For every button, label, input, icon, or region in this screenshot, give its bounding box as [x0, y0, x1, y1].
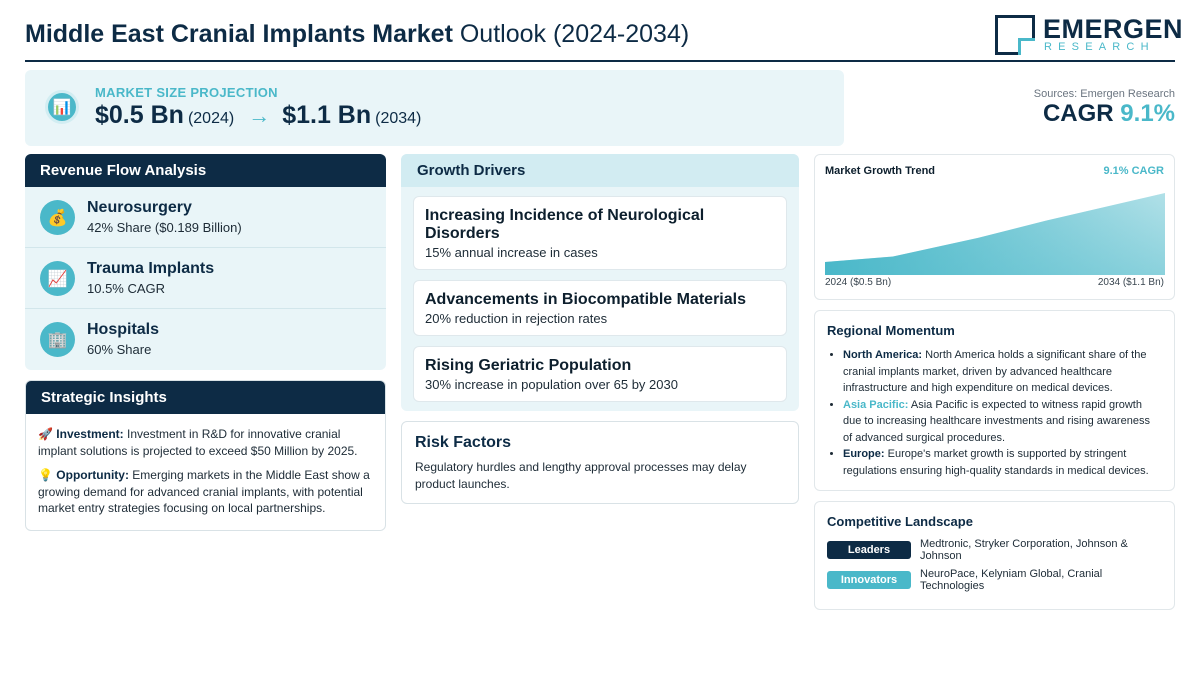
- strategic-insights-title: Strategic Insights: [26, 381, 385, 414]
- driver-sub: 30% increase in population over 65 by 20…: [425, 377, 678, 392]
- competitive-landscape-panel: Competitive Landscape Leaders Medtronic,…: [814, 501, 1175, 610]
- leaders-badge: Leaders: [827, 541, 911, 559]
- region-item: Europe: Europe's market growth is suppor…: [843, 446, 1162, 479]
- revenue-item: 💰 Neurosurgery 42% Share ($0.189 Billion…: [25, 187, 386, 248]
- growth-area-chart: [825, 193, 1165, 275]
- cagr-headline: CAGR 9.1%: [1043, 100, 1175, 128]
- cagr-value: 9.1%: [1120, 100, 1175, 127]
- revenue-flow-panel: Revenue Flow Analysis 💰 Neurosurgery 42%…: [25, 154, 386, 370]
- insight-investment: 🚀 Investment: Investment in R&D for inno…: [38, 426, 373, 459]
- risk-factors-title: Risk Factors: [415, 434, 512, 451]
- page-title-bold: Middle East Cranial Implants Market: [25, 20, 453, 48]
- logo-subtitle: RESEARCH: [1044, 41, 1155, 53]
- driver-title: Increasing Incidence of Neurological Dis…: [425, 207, 705, 242]
- driver-card: Advancements in Biocompatible Materials …: [413, 280, 787, 336]
- strategic-insights-panel: Strategic Insights 🚀 Investment: Investm…: [25, 380, 386, 531]
- market-size-projection: 📊 MARKET SIZE PROJECTION $0.5 Bn (2024) → $…: [25, 70, 844, 146]
- growth-drivers-title: Growth Drivers: [401, 154, 799, 187]
- light-bulb-icon: 💡: [38, 468, 53, 482]
- region-text: Europe's market growth is supported by s…: [843, 448, 1149, 477]
- revenue-item-sub: 60% Share: [87, 342, 152, 357]
- region-label: Asia Pacific:: [843, 398, 909, 411]
- money-bag-icon: 💰: [40, 200, 75, 235]
- innovators-text: NeuroPace, Kelyniam Global, Cranial Tech…: [920, 568, 1103, 592]
- logo-mark-icon: [995, 15, 1035, 55]
- chart-increasing-icon: 📈: [40, 261, 75, 296]
- region-list: North America: North America holds a sig…: [827, 347, 1162, 479]
- projection-values: $0.5 Bn (2024) → $1.1 Bn (2034): [95, 101, 421, 130]
- chart-annotation: 9.1% CAGR: [1103, 165, 1164, 177]
- driver-card: Increasing Incidence of Neurological Dis…: [413, 196, 787, 270]
- rocket-icon: 🚀: [38, 427, 53, 441]
- driver-title: Advancements in Biocompatible Materials: [425, 291, 746, 308]
- cagr-label: CAGR: [1042, 100, 1114, 127]
- emergen-logo: EMERGEN RESEARCH: [995, 14, 1183, 56]
- chart-start-label: 2024 ($0.5 Bn): [825, 277, 892, 288]
- innovators-badge: Innovators: [827, 571, 911, 589]
- logo-name: EMERGEN: [1043, 14, 1184, 44]
- revenue-item-title: Neurosurgery: [87, 199, 192, 216]
- arrow-right-icon: →: [248, 103, 271, 128]
- driver-sub: 15% annual increase in cases: [425, 245, 598, 260]
- revenue-item: 📈 Trauma Implants 10.5% CAGR: [25, 248, 386, 309]
- hospital-icon: 🏢: [40, 322, 75, 357]
- competitive-landscape-title: Competitive Landscape: [827, 514, 973, 529]
- insight-opportunity: 💡 Opportunity: Emerging markets in the M…: [38, 467, 373, 517]
- driver-card: Rising Geriatric Population 30% increase…: [413, 346, 787, 402]
- chart-end-label: 2034 ($1.1 Bn): [1097, 277, 1164, 288]
- revenue-item-sub: 10.5% CAGR: [87, 281, 166, 296]
- start-year: (2024): [187, 110, 235, 127]
- regional-momentum-panel: Regional Momentum North America: North A…: [814, 310, 1175, 491]
- revenue-item-sub: 42% Share ($0.189 Billion): [87, 220, 242, 235]
- region-label: Europe:: [843, 448, 885, 460]
- growth-area-shade: [825, 193, 1165, 275]
- page-header: Middle East Cranial Implants Market Outl…: [25, 12, 1183, 62]
- chart-title: Market Growth Trend: [825, 165, 936, 177]
- market-growth-trend-card: Market Growth Trend 9.1% CAGR 2024 ($0.5…: [814, 154, 1175, 300]
- driver-sub: 20% reduction in rejection rates: [425, 311, 608, 326]
- leaders-text: Medtronic, Stryker Corporation, Johnson …: [920, 538, 1128, 562]
- page-title: Middle East Cranial Implants Market Outl…: [25, 20, 689, 49]
- insight-label: Opportunity:: [56, 468, 129, 482]
- page-title-rest: Outlook (2024-2034): [459, 20, 690, 48]
- region-item: North America: North America holds a sig…: [843, 347, 1162, 397]
- sources-text: Sources: Emergen Research: [1033, 88, 1175, 100]
- revenue-flow-title: Revenue Flow Analysis: [25, 154, 386, 187]
- region-label: North America:: [843, 349, 923, 361]
- risk-factors-text: Regulatory hurdles and lengthy approval …: [415, 460, 747, 491]
- projection-label: MARKET SIZE PROJECTION: [95, 85, 278, 100]
- region-item: Asia Pacific: Asia Pacific is expected t…: [843, 397, 1162, 447]
- driver-title: Rising Geriatric Population: [425, 357, 632, 374]
- regional-momentum-title: Regional Momentum: [827, 323, 955, 338]
- bar-chart-icon: 📊: [45, 90, 79, 124]
- end-year: (2034): [375, 110, 422, 127]
- revenue-item-title: Trauma Implants: [87, 260, 215, 277]
- insight-label: Investment:: [56, 427, 124, 441]
- end-value: $1.1 Bn: [282, 101, 372, 129]
- start-value: $0.5 Bn: [95, 101, 184, 129]
- growth-drivers-panel: Growth Drivers Increasing Incidence of N…: [401, 154, 799, 411]
- risk-factors-panel: Risk Factors Regulatory hurdles and leng…: [401, 421, 799, 504]
- revenue-item: 🏢 Hospitals 60% Share: [25, 309, 386, 370]
- revenue-item-title: Hospitals: [87, 321, 160, 338]
